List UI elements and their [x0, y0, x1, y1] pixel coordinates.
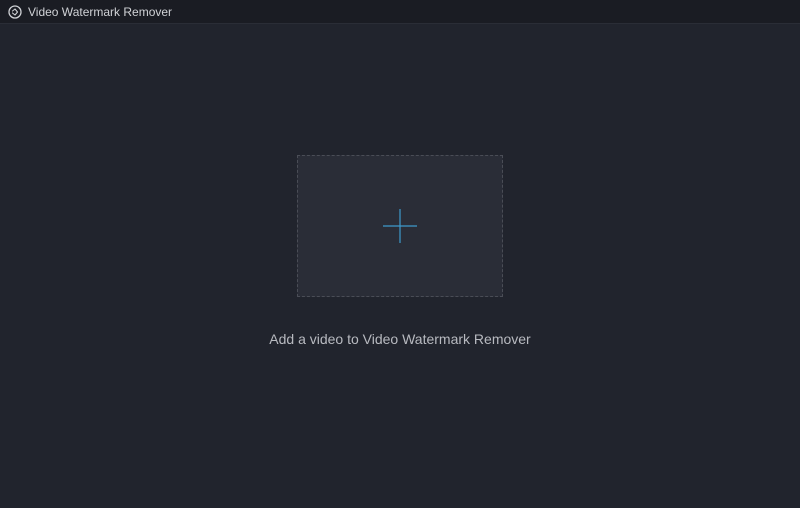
main-content: Add a video to Video Watermark Remover — [0, 24, 800, 508]
app-logo-icon — [8, 5, 22, 19]
add-video-prompt: Add a video to Video Watermark Remover — [269, 331, 530, 347]
plus-icon — [380, 206, 420, 246]
add-video-dropzone[interactable] — [297, 155, 503, 297]
titlebar: Video Watermark Remover — [0, 0, 800, 24]
app-title: Video Watermark Remover — [28, 5, 172, 19]
